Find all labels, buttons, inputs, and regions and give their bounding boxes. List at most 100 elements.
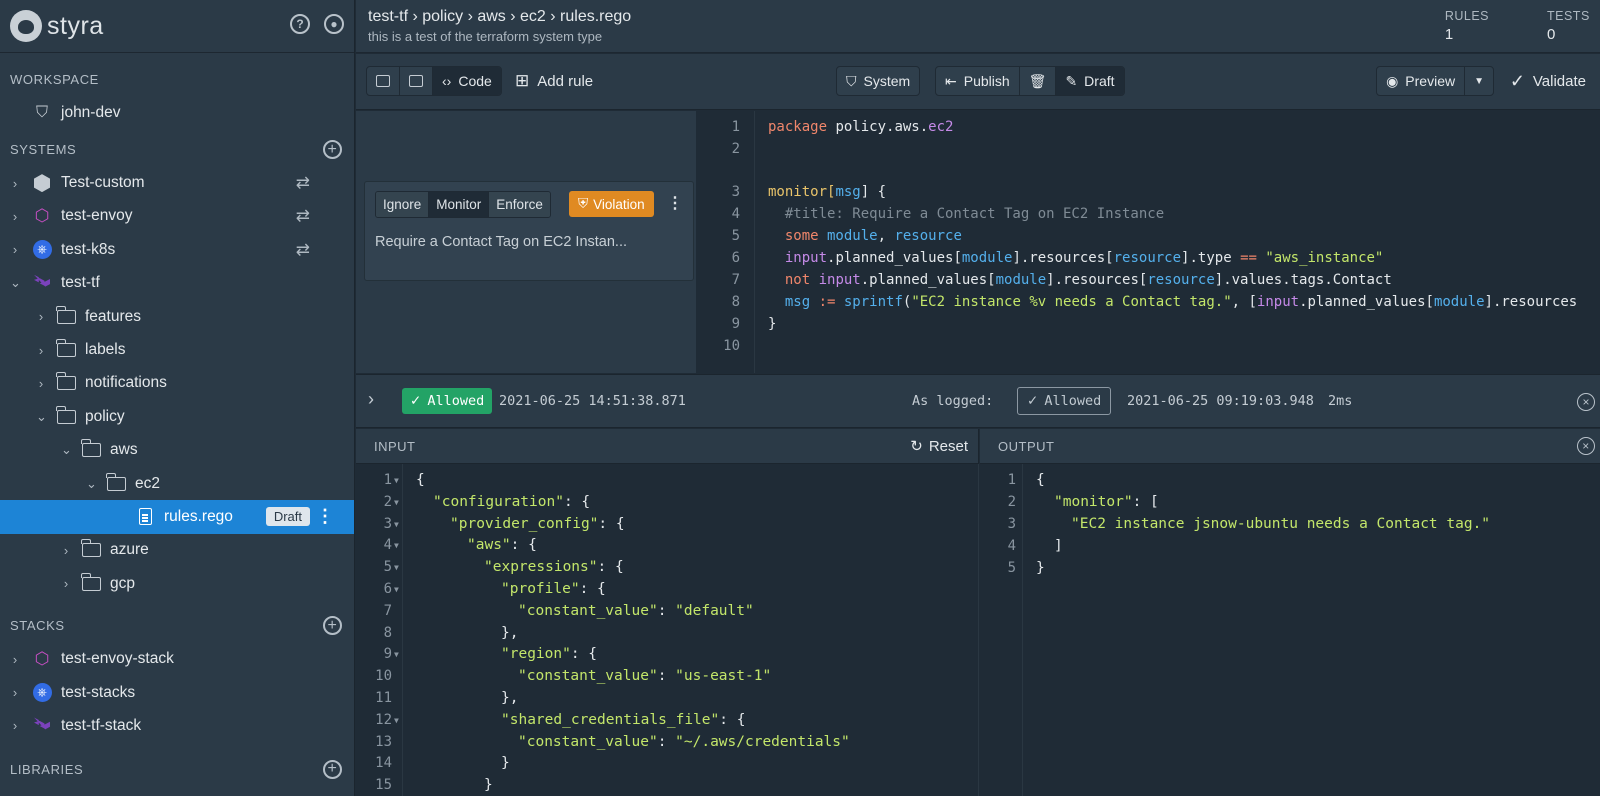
folder-ec2[interactable]: ⌄ ec2 xyxy=(0,467,354,500)
publish-button[interactable]: ⇤ Publish xyxy=(936,67,1020,95)
chevron-right-icon[interactable]: › xyxy=(10,209,20,224)
chevron-right-icon[interactable]: › xyxy=(36,309,46,324)
fold-toggle-icon[interactable]: ▼ xyxy=(394,541,399,550)
close-icon[interactable]: × xyxy=(1577,393,1595,411)
trash-icon: 🗑 xyxy=(1028,72,1047,89)
code-editor[interactable]: 1 2 3 4 5 6 7 8 9 10 package policy.aws.… xyxy=(696,111,1600,373)
chevron-right-icon[interactable]: › xyxy=(10,242,20,257)
code-line: not input.planned_values[module].resourc… xyxy=(768,272,1392,288)
chevron-down-icon[interactable]: ⌄ xyxy=(61,442,72,458)
input-editor[interactable]: 1 ▼ 2 ▼ 3 ▼ 4 ▼ 5 ▼ 6 ▼ 7 8 9 ▼ 10 11 12 ▼ 13 14 15 {"configur… xyxy=(356,464,979,796)
fold-toggle-icon[interactable]: ▼ xyxy=(394,476,399,485)
violation-badge[interactable]: ⛨ Violation xyxy=(569,191,654,217)
system-item-test-custom[interactable]: › Test-custom ⇄ xyxy=(0,166,354,199)
preview-dropdown-button[interactable]: ▼ xyxy=(1465,67,1493,95)
folder-policy[interactable]: ⌄ policy xyxy=(0,400,354,433)
rule-card[interactable]: Ignore Monitor Enforce ⛨ Violation ⋮ Req… xyxy=(364,181,694,281)
fold-toggle-icon[interactable]: ▼ xyxy=(394,650,399,659)
add-library-icon[interactable]: + xyxy=(323,759,342,779)
stack-item-test-tf-stack[interactable]: › test-tf-stack xyxy=(0,709,354,742)
chevron-right-icon[interactable]: › xyxy=(61,576,71,591)
token: "aws_instance" xyxy=(1256,250,1384,266)
fold-toggle-icon[interactable]: ▼ xyxy=(394,498,399,507)
systems-section-label: SYSTEMS + xyxy=(0,133,354,166)
folder-azure[interactable]: › azure xyxy=(0,534,354,567)
system-button[interactable]: ⛉ System xyxy=(837,67,919,95)
more-options-icon[interactable]: ⋮ xyxy=(316,506,334,527)
breadcrumb[interactable]: test-tf › policy › aws › ec2 › rules.reg… xyxy=(368,8,631,26)
close-icon[interactable]: × xyxy=(1577,437,1595,455)
fold-toggle-icon[interactable]: ▼ xyxy=(394,520,399,529)
input-gutter: 1 ▼ 2 ▼ 3 ▼ 4 ▼ 5 ▼ 6 ▼ 7 8 9 ▼ 10 11 12 ▼ 13 14 15 xyxy=(356,464,403,796)
account-icon[interactable]: ● xyxy=(324,14,344,34)
help-icon[interactable]: ? xyxy=(290,14,310,34)
token: sprintf xyxy=(843,294,903,310)
delete-draft-button[interactable]: 🗑 xyxy=(1020,67,1057,95)
more-options-icon[interactable]: ⋮ xyxy=(667,193,683,213)
folder-features[interactable]: › features xyxy=(0,300,354,333)
mode-ignore[interactable]: Ignore xyxy=(376,192,430,217)
fold-toggle-icon[interactable]: ▼ xyxy=(394,563,399,572)
line-number: 11 xyxy=(375,690,392,706)
folder-notifications[interactable]: › notifications xyxy=(0,367,354,400)
stack-label: test-envoy-stack xyxy=(61,650,174,668)
add-rule-button[interactable]: ⊞ Add rule xyxy=(515,66,593,96)
system-label: test-tf xyxy=(61,274,100,292)
system-item-test-k8s[interactable]: › ⎈ test-k8s ⇄ xyxy=(0,233,354,266)
chevron-right-icon[interactable]: › xyxy=(10,685,20,700)
stack-label: test-tf-stack xyxy=(61,716,142,734)
fold-toggle-icon[interactable]: ▼ xyxy=(394,585,399,594)
fold-toggle-icon[interactable]: ▼ xyxy=(394,716,399,725)
split-view-button[interactable] xyxy=(367,67,400,95)
chevron-right-icon[interactable]: › xyxy=(61,543,71,558)
system-label: System xyxy=(863,73,911,89)
allowed-label: Allowed xyxy=(427,393,485,409)
system-item-test-tf[interactable]: ⌄ test-tf xyxy=(0,267,354,300)
add-stack-icon[interactable]: + xyxy=(323,616,342,636)
json-key: "monitor" xyxy=(1054,494,1133,510)
chevron-down-icon[interactable]: ⌄ xyxy=(86,476,97,492)
json-key: "region" xyxy=(501,646,571,663)
validate-button[interactable]: ✓ Validate xyxy=(1510,66,1586,96)
draft-button[interactable]: ✎ Draft xyxy=(1056,67,1124,95)
chevron-right-icon[interactable]: › xyxy=(368,389,374,410)
chevron-right-icon[interactable]: › xyxy=(36,376,46,391)
json-line: "provider_config": { xyxy=(450,516,625,532)
chevron-right-icon[interactable]: › xyxy=(36,343,46,358)
system-item-test-envoy[interactable]: › ⬡ test-envoy ⇄ xyxy=(0,200,354,233)
stack-item-test-envoy-stack[interactable]: › ⬡ test-envoy-stack xyxy=(0,642,354,675)
token: some xyxy=(768,228,819,244)
json-punct: : { xyxy=(597,559,624,576)
chevron-right-icon[interactable]: › xyxy=(10,652,20,667)
folder-labels[interactable]: › labels xyxy=(0,333,354,366)
reset-button[interactable]: ↻ Reset xyxy=(910,437,968,456)
brand-name: styra xyxy=(47,11,104,40)
folder-gcp[interactable]: › gcp xyxy=(0,567,354,600)
workspace-item[interactable]: ⛉ john-dev xyxy=(0,96,354,129)
token: monitor[ xyxy=(768,184,836,200)
folder-aws[interactable]: ⌄ aws xyxy=(0,434,354,467)
add-system-icon[interactable]: + xyxy=(323,140,342,160)
preview-button[interactable]: ◉ Preview xyxy=(1377,67,1466,95)
chevron-down-icon[interactable]: ⌄ xyxy=(36,409,47,425)
line-number: 6 xyxy=(383,581,392,597)
token: module xyxy=(818,228,878,244)
pencil-icon: ✎ xyxy=(1065,72,1078,89)
terraform-icon xyxy=(32,274,52,292)
mode-enforce[interactable]: Enforce xyxy=(489,192,550,217)
mode-monitor[interactable]: Monitor xyxy=(429,192,490,217)
stack-item-test-stacks[interactable]: › ⎈ test-stacks xyxy=(0,676,354,709)
stacked-view-button[interactable] xyxy=(400,67,433,95)
draft-badge: Draft xyxy=(265,507,310,527)
json-key: "shared_credentials_file" xyxy=(501,711,720,728)
json-punct: } xyxy=(501,755,510,772)
line-number: 5 xyxy=(731,228,740,244)
token: msg xyxy=(835,184,861,200)
file-rules-rego[interactable]: rules.rego Draft ⋮ xyxy=(0,500,354,534)
code-view-button[interactable]: ‹› Code xyxy=(433,67,501,95)
custom-system-icon xyxy=(32,174,52,193)
chevron-right-icon[interactable]: › xyxy=(10,176,20,191)
chevron-down-icon[interactable]: ⌄ xyxy=(10,275,21,291)
publish-icon: ⇤ xyxy=(945,72,957,89)
chevron-right-icon[interactable]: › xyxy=(10,718,20,733)
